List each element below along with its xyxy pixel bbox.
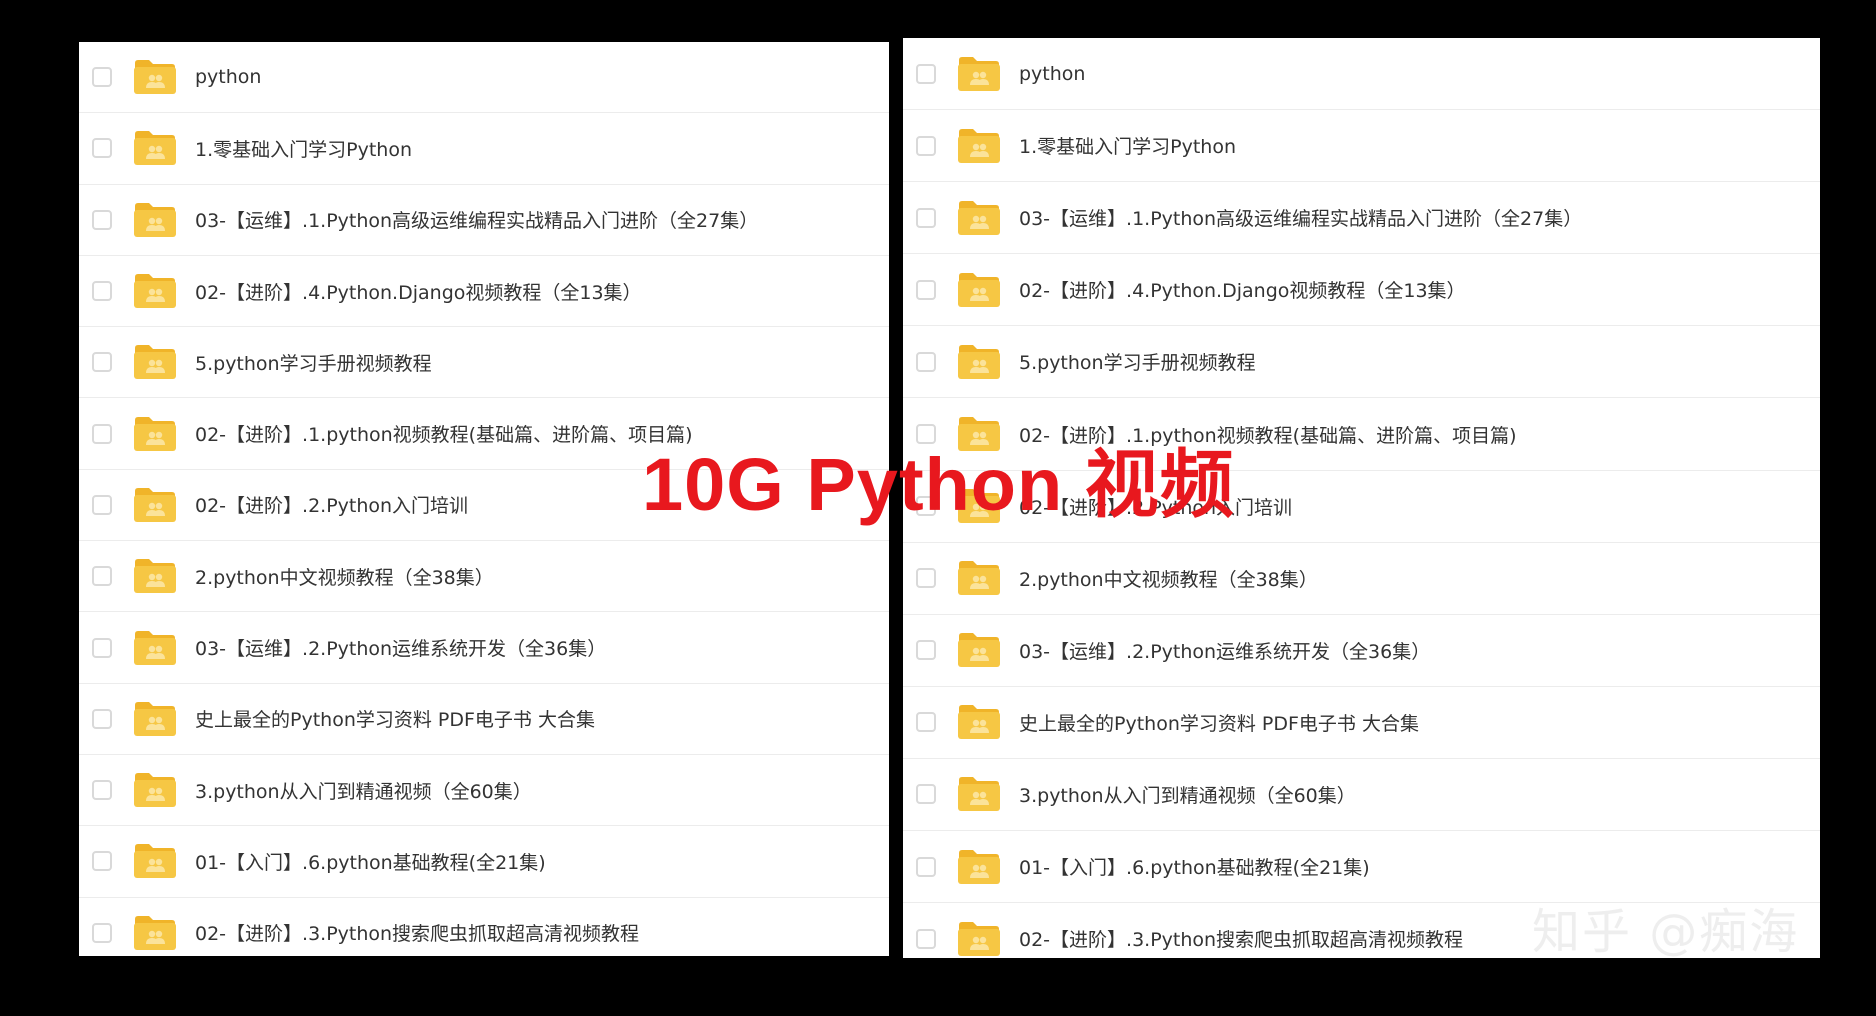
shared-folder-icon xyxy=(957,344,1001,380)
row-checkbox[interactable] xyxy=(916,856,936,877)
left-folder-row[interactable]: 2.python中文视频教程（全38集） xyxy=(79,541,889,613)
shared-folder-icon xyxy=(133,59,177,95)
shared-folder-icon xyxy=(133,558,177,594)
row-checkbox[interactable] xyxy=(92,780,112,801)
shared-folder-icon xyxy=(133,915,177,951)
shared-folder-icon xyxy=(957,200,1001,236)
left-folder-row[interactable]: 02-【进阶】.4.Python.Django视频教程（全13集） xyxy=(79,256,889,328)
row-checkbox[interactable] xyxy=(92,851,112,872)
folder-name[interactable]: 2.python中文视频教程（全38集） xyxy=(195,563,494,590)
folder-name[interactable]: python xyxy=(1019,63,1085,85)
folder-name[interactable]: 1.零基础入门学习Python xyxy=(1019,132,1236,159)
folder-name[interactable]: 史上最全的Python学习资料 PDF电子书 大合集 xyxy=(195,705,595,732)
right-folder-row[interactable]: 02-【进阶】.4.Python.Django视频教程（全13集） xyxy=(903,254,1820,327)
row-checkbox[interactable] xyxy=(916,568,936,589)
shared-folder-icon xyxy=(133,273,177,309)
screenshot-stage: python 1.零基础入门学习Python 03-【运维】.1.Python高级运… xyxy=(0,0,1876,1016)
row-checkbox[interactable] xyxy=(92,281,112,302)
folder-name[interactable]: 01-【入门】.6.python基础教程(全21集) xyxy=(1019,853,1370,880)
left-folder-row[interactable]: 03-【运维】.1.Python高级运维编程实战精品入门进阶（全27集） xyxy=(79,185,889,256)
right-folder-row[interactable]: python xyxy=(903,38,1820,111)
shared-folder-icon xyxy=(957,921,1001,957)
folder-name[interactable]: 5.python学习手册视频教程 xyxy=(1019,348,1256,375)
right-folder-row[interactable]: 03-【运维】.1.Python高级运维编程实战精品入门进阶（全27集） xyxy=(903,182,1820,255)
shared-folder-icon xyxy=(957,272,1001,308)
left-folder-row[interactable]: 02-【进阶】.3.Python搜索爬虫抓取超高清视频教程 xyxy=(79,898,889,956)
row-checkbox[interactable] xyxy=(92,494,112,515)
row-checkbox[interactable] xyxy=(916,928,936,949)
folder-name[interactable]: 史上最全的Python学习资料 PDF电子书 大合集 xyxy=(1019,709,1419,736)
folder-name[interactable]: 5.python学习手册视频教程 xyxy=(195,349,432,376)
left-folder-row[interactable]: python xyxy=(79,42,889,114)
shared-folder-icon xyxy=(133,630,177,666)
folder-name[interactable]: 03-【运维】.2.Python运维系统开发（全36集） xyxy=(1019,637,1430,664)
shared-folder-icon xyxy=(133,130,177,166)
right-folder-row[interactable]: 2.python中文视频教程（全38集） xyxy=(903,543,1820,615)
shared-folder-icon xyxy=(133,843,177,879)
shared-folder-icon xyxy=(957,56,1001,92)
row-checkbox[interactable] xyxy=(916,135,936,156)
folder-name[interactable]: python xyxy=(195,66,261,88)
row-checkbox[interactable] xyxy=(92,423,112,444)
shared-folder-icon xyxy=(133,487,177,523)
shared-folder-icon xyxy=(133,701,177,737)
folder-name[interactable]: 01-【入门】.6.python基础教程(全21集) xyxy=(195,848,546,875)
shared-folder-icon xyxy=(957,776,1001,812)
row-checkbox[interactable] xyxy=(92,67,112,88)
row-checkbox[interactable] xyxy=(916,351,936,372)
folder-name[interactable]: 03-【运维】.1.Python高级运维编程实战精品入门进阶（全27集） xyxy=(195,206,758,233)
shared-folder-icon xyxy=(957,128,1001,164)
headline-overlay: 10G Python 视频 xyxy=(642,443,1235,526)
row-checkbox[interactable] xyxy=(916,279,936,300)
row-checkbox[interactable] xyxy=(916,784,936,805)
folder-name[interactable]: 03-【运维】.1.Python高级运维编程实战精品入门进阶（全27集） xyxy=(1019,204,1582,231)
folder-name[interactable]: 02-【进阶】.4.Python.Django视频教程（全13集） xyxy=(195,278,642,305)
row-checkbox[interactable] xyxy=(916,63,936,84)
row-checkbox[interactable] xyxy=(92,209,112,230)
row-checkbox[interactable] xyxy=(916,640,936,661)
folder-name[interactable]: 03-【运维】.2.Python运维系统开发（全36集） xyxy=(195,634,606,661)
row-checkbox[interactable] xyxy=(92,637,112,658)
left-folder-row[interactable]: 史上最全的Python学习资料 PDF电子书 大合集 xyxy=(79,684,889,755)
right-folder-row[interactable]: 1.零基础入门学习Python xyxy=(903,110,1820,183)
left-folder-row[interactable]: 5.python学习手册视频教程 xyxy=(79,327,889,399)
row-checkbox[interactable] xyxy=(92,708,112,729)
row-checkbox[interactable] xyxy=(92,138,112,159)
shared-folder-icon xyxy=(133,772,177,808)
row-checkbox[interactable] xyxy=(916,712,936,733)
row-checkbox[interactable] xyxy=(92,352,112,373)
shared-folder-icon xyxy=(133,416,177,452)
shared-folder-icon xyxy=(957,632,1001,668)
folder-name[interactable]: 1.零基础入门学习Python xyxy=(195,135,412,162)
row-checkbox[interactable] xyxy=(92,922,112,943)
row-checkbox[interactable] xyxy=(916,207,936,228)
left-folder-row[interactable]: 3.python从入门到精通视频（全60集） xyxy=(79,755,889,827)
folder-name[interactable]: 3.python从入门到精通视频（全60集） xyxy=(1019,781,1356,808)
shared-folder-icon xyxy=(957,849,1001,885)
left-folder-row[interactable]: 01-【入门】.6.python基础教程(全21集) xyxy=(79,826,889,898)
shared-folder-icon xyxy=(133,344,177,380)
folder-name[interactable]: 02-【进阶】.1.python视频教程(基础篇、进阶篇、项目篇) xyxy=(195,420,693,447)
folder-name[interactable]: 02-【进阶】.4.Python.Django视频教程（全13集） xyxy=(1019,276,1466,303)
shared-folder-icon xyxy=(957,560,1001,596)
right-folder-row[interactable]: 03-【运维】.2.Python运维系统开发（全36集） xyxy=(903,615,1820,687)
right-folder-row[interactable]: 3.python从入门到精通视频（全60集） xyxy=(903,759,1820,832)
shared-folder-icon xyxy=(957,704,1001,740)
row-checkbox[interactable] xyxy=(916,424,936,445)
left-folder-row[interactable]: 1.零基础入门学习Python xyxy=(79,113,889,185)
folder-name[interactable]: 02-【进阶】.3.Python搜索爬虫抓取超高清视频教程 xyxy=(1019,925,1463,952)
left-folder-row[interactable]: 03-【运维】.2.Python运维系统开发（全36集） xyxy=(79,612,889,684)
folder-name[interactable]: 02-【进阶】.3.Python搜索爬虫抓取超高清视频教程 xyxy=(195,919,639,946)
right-folder-row[interactable]: 01-【入门】.6.python基础教程(全21集) xyxy=(903,831,1820,904)
folder-name[interactable]: 2.python中文视频教程（全38集） xyxy=(1019,565,1318,592)
right-folder-row[interactable]: 5.python学习手册视频教程 xyxy=(903,326,1820,399)
right-folder-row[interactable]: 史上最全的Python学习资料 PDF电子书 大合集 xyxy=(903,687,1820,759)
zhihu-credit-watermark: 知乎 @痴海 xyxy=(1532,904,1800,960)
folder-name[interactable]: 02-【进阶】.2.Python入门培训 xyxy=(195,491,468,518)
folder-name[interactable]: 3.python从入门到精通视频（全60集） xyxy=(195,777,532,804)
shared-folder-icon xyxy=(133,202,177,238)
row-checkbox[interactable] xyxy=(92,566,112,587)
